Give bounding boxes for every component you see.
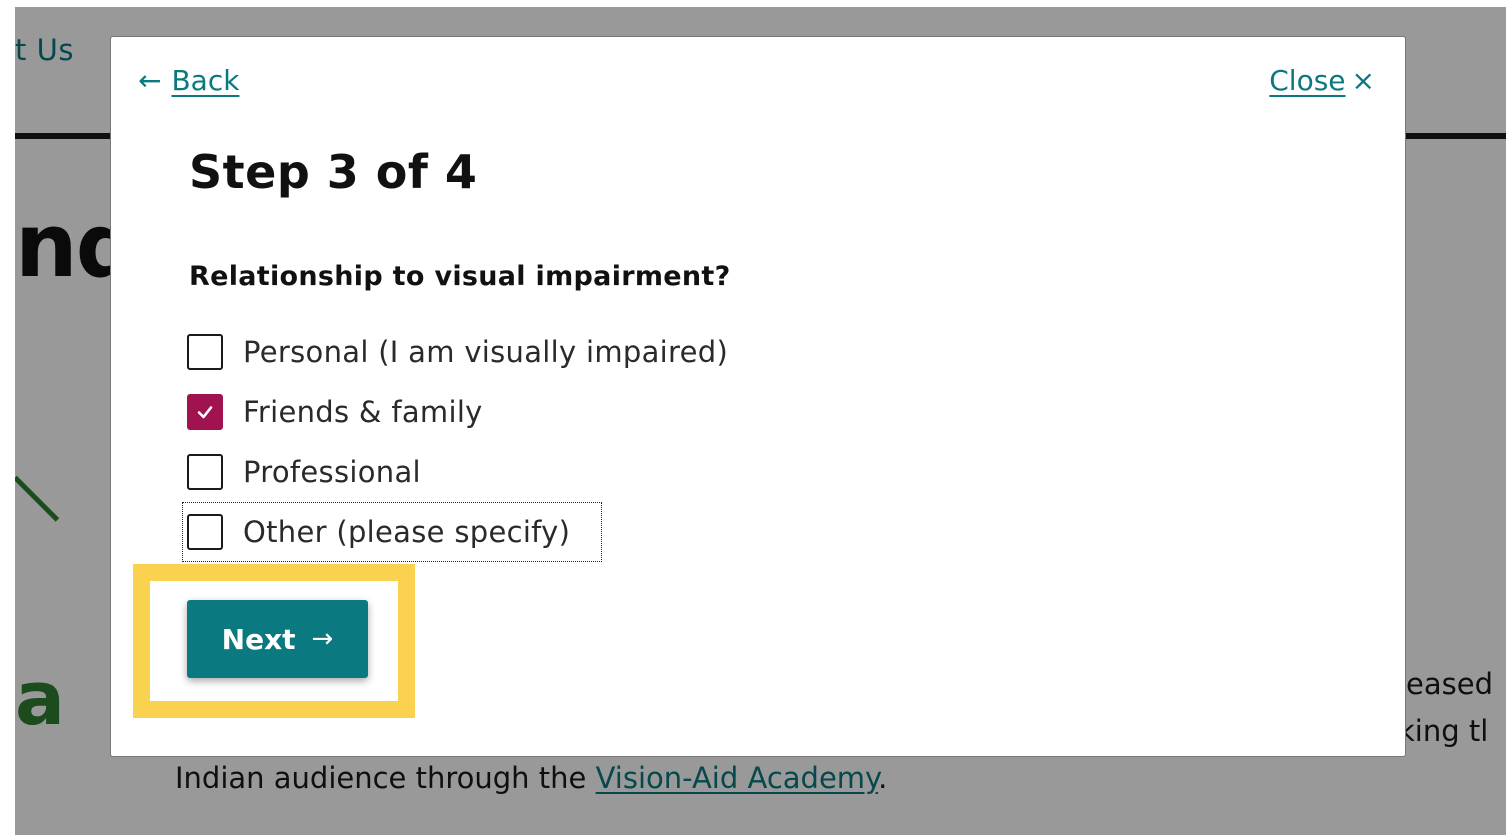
nav-contact-us-link[interactable]: t Us — [15, 33, 74, 67]
step-title: Step 3 of 4 — [189, 145, 478, 199]
body-text-fragment-2: king tl — [1398, 714, 1489, 748]
question-label: Relationship to visual impairment? — [189, 261, 731, 292]
back-label: Back — [171, 64, 240, 97]
body-text-fragment-1: leased — [1398, 667, 1494, 701]
option-friends-family-label: Friends & family — [243, 395, 483, 429]
vision-aid-academy-link[interactable]: Vision-Aid Academy — [596, 761, 878, 795]
checkbox-professional[interactable] — [187, 454, 223, 490]
option-friends-family[interactable]: Friends & family — [187, 393, 483, 431]
screenshot-margin-top — [0, 0, 1506, 7]
option-other-label: Other (please specify) — [243, 515, 571, 549]
next-button[interactable]: Next → — [187, 600, 368, 678]
option-other[interactable]: Other (please specify) — [187, 513, 570, 551]
arrow-right-icon: → — [311, 624, 334, 654]
checkmark-icon — [197, 406, 213, 419]
option-professional[interactable]: Professional — [187, 453, 421, 491]
option-personal-label: Personal (I am visually impaired) — [243, 335, 729, 369]
close-button[interactable]: Close × — [1269, 64, 1375, 97]
decorative-line — [15, 475, 60, 522]
option-personal[interactable]: Personal (I am visually impaired) — [187, 333, 728, 371]
next-label: Next — [221, 622, 296, 656]
option-professional-label: Professional — [243, 455, 421, 489]
close-icon: × — [1351, 63, 1375, 97]
body-text-prefix: Indian audience through the — [175, 761, 596, 795]
checkbox-other[interactable] — [187, 514, 223, 550]
body-text-line: Indian audience through the Vision-Aid A… — [175, 761, 888, 795]
close-label: Close — [1269, 64, 1346, 97]
back-button[interactable]: ← Back — [138, 64, 239, 97]
checkbox-friends-family[interactable] — [187, 394, 223, 430]
body-text-suffix: . — [878, 761, 888, 795]
checkbox-personal[interactable] — [187, 334, 223, 370]
screenshot-margin-left — [0, 0, 15, 835]
arrow-left-icon: ← — [138, 63, 162, 97]
logo-fragment: a — [15, 656, 65, 742]
survey-modal: ← Back Close × Step 3 of 4 Relationship … — [110, 36, 1406, 757]
